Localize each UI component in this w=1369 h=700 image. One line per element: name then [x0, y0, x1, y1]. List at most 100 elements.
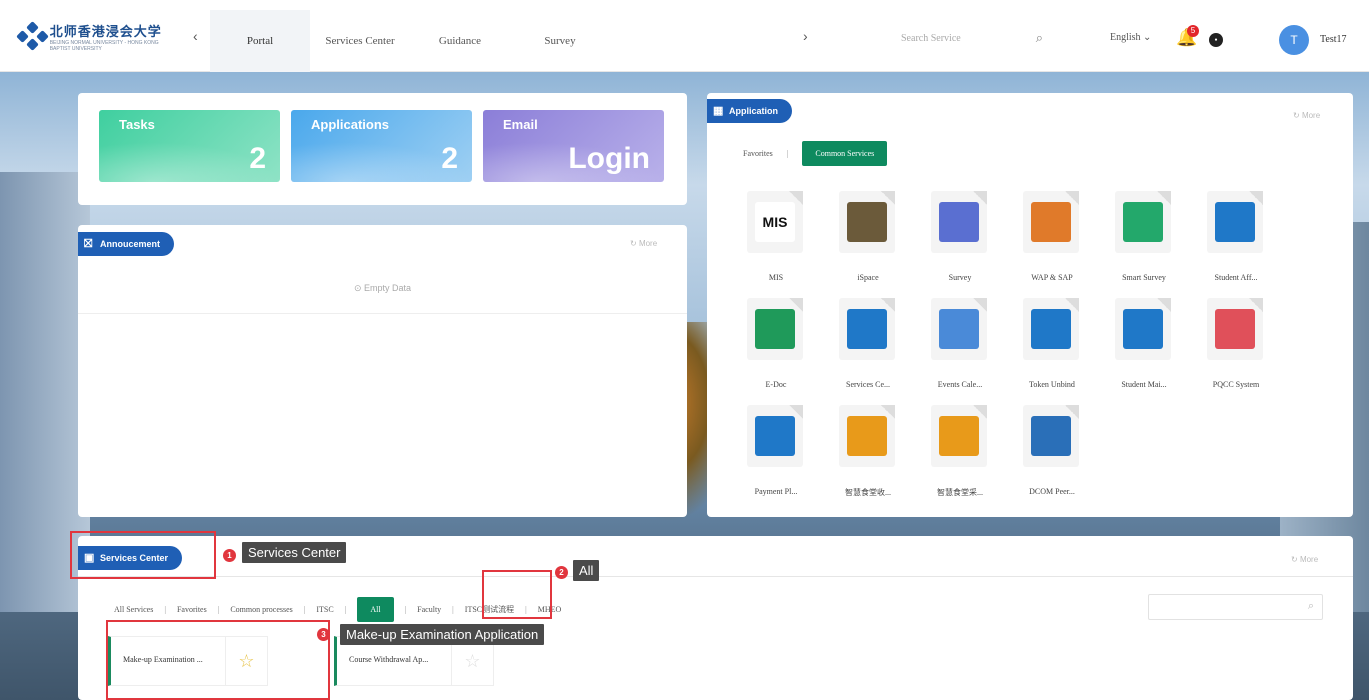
- tab-services-center[interactable]: Services Center: [310, 10, 410, 72]
- app-item[interactable]: iSpace: [827, 191, 909, 291]
- app-item[interactable]: Smart Survey: [1103, 191, 1185, 291]
- app-label: MIS: [768, 273, 784, 282]
- service-tab-itsc[interactable]: ITSC: [316, 605, 333, 614]
- app-icon: [931, 405, 987, 467]
- highlight-services-center: [70, 531, 216, 579]
- app-label: 智慧食堂采...: [937, 488, 983, 497]
- applications-title: Applications: [311, 117, 390, 132]
- app-item[interactable]: Payment Pl...: [735, 405, 817, 505]
- step-number-3: 3: [317, 628, 330, 641]
- university-logo[interactable]: 北师香港浸会大学 BEIJING NORMAL UNIVERSITY - HON…: [16, 21, 178, 52]
- language-selector[interactable]: English ⌄: [1110, 32, 1151, 43]
- app-icon: [1023, 191, 1079, 253]
- app-icon: MIS: [747, 191, 803, 253]
- top-navigation-bar: 北师香港浸会大学 BEIJING NORMAL UNIVERSITY - HON…: [0, 0, 1369, 72]
- app-label: Events Cale...: [937, 380, 983, 389]
- app-item[interactable]: 智慧食堂采...: [919, 405, 1001, 505]
- app-label: PQCC System: [1212, 380, 1260, 389]
- app-icon: [931, 298, 987, 360]
- grid-icon: ▦: [713, 105, 724, 117]
- announcement-more-link[interactable]: ↻ More: [630, 239, 657, 248]
- app-label: Services Ce...: [846, 380, 890, 389]
- service-item-label: Course Withdrawal Ap...: [349, 655, 429, 664]
- app-label: E-Doc: [765, 380, 787, 389]
- app-item[interactable]: Token Unbind: [1011, 298, 1093, 398]
- avatar[interactable]: T: [1279, 25, 1309, 55]
- service-tab-all-services[interactable]: All Services: [114, 605, 153, 614]
- app-label: Smart Survey: [1122, 273, 1166, 282]
- service-tab-common-processes[interactable]: Common processes: [230, 605, 292, 614]
- app-item[interactable]: Services Ce...: [827, 298, 909, 398]
- announcement-header: ⛝ Annoucement: [78, 232, 175, 256]
- application-tab-favorites[interactable]: Favorites: [743, 149, 773, 158]
- app-label: Student Aff...: [1214, 273, 1258, 282]
- app-icon: [1023, 298, 1079, 360]
- app-label: Token Unbind: [1029, 380, 1075, 389]
- services-search-input[interactable]: ⌕: [1148, 594, 1323, 620]
- step-tip-2: All: [573, 560, 600, 581]
- app-icon: [1115, 298, 1171, 360]
- app-item[interactable]: 智慧食堂收...: [827, 405, 909, 505]
- app-icon: [747, 405, 803, 467]
- email-tile[interactable]: Email Login: [483, 110, 664, 182]
- search-icon[interactable]: ⌕: [1036, 30, 1043, 46]
- app-icon: [839, 298, 895, 360]
- announcement-title: Annoucement: [100, 239, 161, 249]
- tasks-title: Tasks: [119, 117, 155, 132]
- app-icon: [839, 405, 895, 467]
- logo-mark-icon: [16, 21, 49, 51]
- tasks-tile[interactable]: Tasks 2: [99, 110, 280, 182]
- highlight-all-tab: [482, 570, 552, 619]
- search-service-input[interactable]: Search Service ⌕: [883, 27, 1053, 51]
- app-label: 智慧食堂收...: [845, 488, 891, 497]
- tab-survey[interactable]: Survey: [510, 10, 610, 72]
- app-item[interactable]: Events Cale...: [919, 298, 1001, 398]
- app-item[interactable]: Survey: [919, 191, 1001, 291]
- notification-badge: 5: [1187, 25, 1199, 37]
- tab-portal[interactable]: Portal: [210, 10, 310, 72]
- app-item[interactable]: PQCC System: [1195, 298, 1277, 398]
- applications-count: 2: [441, 142, 458, 175]
- tabs-scroll-right-icon[interactable]: ›: [803, 28, 808, 44]
- tab-guidance[interactable]: Guidance: [410, 10, 510, 72]
- applications-tile[interactable]: Applications 2: [291, 110, 472, 182]
- app-icon: [839, 191, 895, 253]
- highlight-makeup-exam: [106, 620, 330, 700]
- step-tip-1: Services Center: [242, 542, 347, 563]
- app-item[interactable]: MIS MIS: [735, 191, 817, 291]
- app-label: Survey: [948, 273, 972, 282]
- app-icon: [1207, 298, 1263, 360]
- app-icon: [1023, 405, 1079, 467]
- email-login: Login: [568, 142, 650, 175]
- app-label: Payment Pl...: [754, 487, 798, 496]
- application-title: Application: [729, 106, 778, 116]
- application-tab-common-services[interactable]: Common Services: [802, 141, 888, 166]
- logo-text-cn: 北师香港浸会大学: [49, 23, 162, 39]
- service-tab-all[interactable]: All: [357, 597, 394, 622]
- services-more-link[interactable]: ↻ More: [1291, 555, 1318, 564]
- step-number-1: 1: [223, 549, 236, 562]
- service-tab-faculty[interactable]: Faculty: [417, 605, 441, 614]
- app-item[interactable]: DCOM Peer...: [1011, 405, 1093, 505]
- tabs-scroll-left-icon[interactable]: ‹: [193, 28, 198, 44]
- app-icon: [747, 298, 803, 360]
- service-tab-favorites[interactable]: Favorites: [177, 605, 207, 614]
- step-number-2: 2: [555, 566, 568, 579]
- email-title: Email: [503, 117, 538, 132]
- logo-text-en: BEIJING NORMAL UNIVERSITY - HONG KONG BA…: [49, 39, 159, 52]
- empty-data-text: ⊙ Empty Data: [353, 283, 412, 293]
- app-label: DCOM Peer...: [1029, 487, 1075, 496]
- app-item[interactable]: E-Doc: [735, 298, 817, 398]
- app-item[interactable]: Student Aff...: [1195, 191, 1277, 291]
- app-switch-icon[interactable]: ●: [1209, 33, 1223, 47]
- user-name[interactable]: Test17: [1320, 34, 1347, 45]
- main-tabs: Portal Services Center Guidance Survey: [210, 10, 610, 72]
- app-item[interactable]: Student Mai...: [1103, 298, 1185, 398]
- app-label: iSpace: [857, 273, 879, 282]
- announcement-icon: ⛝: [84, 238, 93, 250]
- step-tip-3: Make-up Examination Application: [340, 624, 545, 645]
- search-icon[interactable]: ⌕: [1308, 600, 1314, 613]
- app-icon: [1207, 191, 1263, 253]
- application-more-link[interactable]: ↻ More: [1293, 111, 1320, 120]
- app-item[interactable]: WAP & SAP: [1011, 191, 1093, 291]
